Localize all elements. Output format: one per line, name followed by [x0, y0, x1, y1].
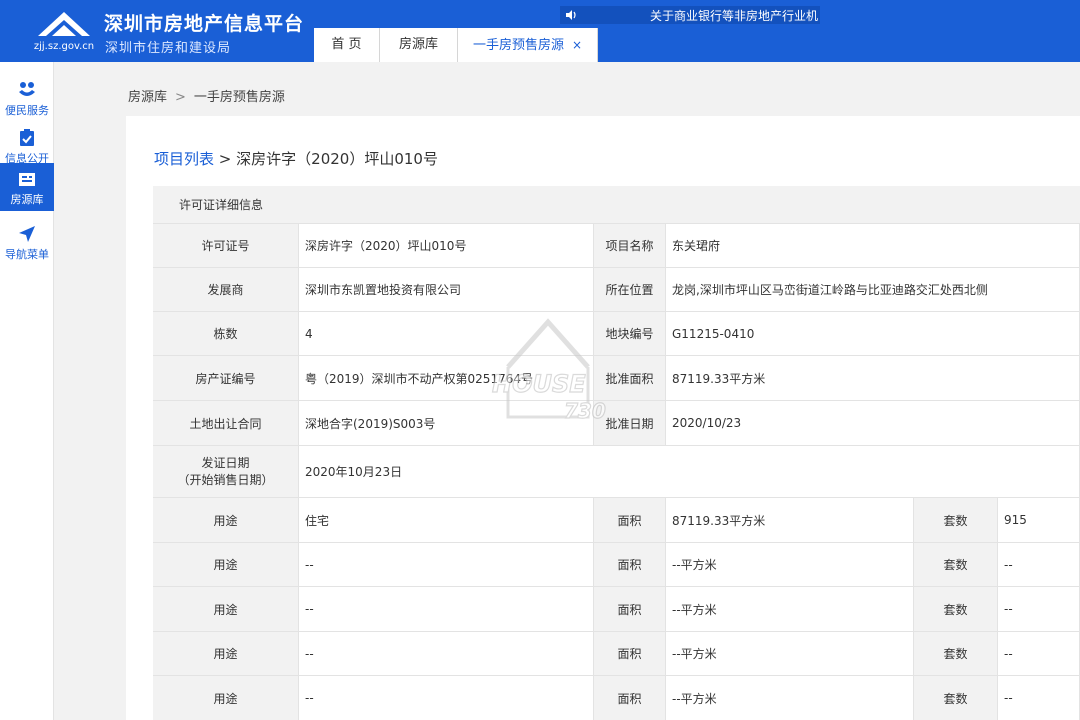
- tab-home-label: 首 页: [331, 37, 362, 52]
- title-separator: >: [218, 150, 232, 168]
- area-value: 87119.33平方米: [666, 498, 914, 543]
- land-contract-label: 土地出让合同: [153, 401, 299, 446]
- tab-house-library-label: 房源库: [398, 37, 438, 52]
- breadcrumb: 房源库 > 一手房预售房源: [128, 86, 285, 105]
- property-cert-label: 房产证编号: [153, 356, 299, 401]
- sidebar-item-convenience[interactable]: 便民服务: [0, 74, 54, 122]
- sidebar-item-label: 便民服务: [5, 104, 49, 117]
- sidebar-item-label: 房源库: [10, 193, 44, 206]
- sidebar-item-label: 导航菜单: [5, 248, 49, 261]
- area-value: --平方米: [666, 543, 914, 587]
- people-icon: [19, 82, 35, 96]
- breadcrumb-root[interactable]: 房源库: [128, 90, 167, 105]
- site-logo[interactable]: zjj.sz.gov.cn: [28, 8, 98, 56]
- units-value: 915: [998, 498, 1080, 543]
- issue-date-label-line2: （开始销售日期）: [177, 472, 274, 487]
- sidebar-item-navigation[interactable]: 导航菜单: [0, 218, 54, 266]
- usage-label: 用途: [153, 632, 299, 676]
- area-label: 面积: [594, 676, 666, 720]
- tab-presale-houses-label: 一手房预售房源: [472, 38, 564, 53]
- usage-value: --: [299, 543, 594, 587]
- tab-presale-houses[interactable]: 一手房预售房源 ×: [458, 28, 598, 62]
- area-value: --平方米: [666, 632, 914, 676]
- app-root: zjj.sz.gov.cn 深圳市房地产信息平台 深圳市住房和建设局 关于商业银…: [0, 0, 1080, 720]
- area-label: 面积: [594, 632, 666, 676]
- location-value: 龙岗,深圳市坪山区马峦街道江岭路与比亚迪路交汇处西北侧: [666, 268, 1080, 312]
- property-cert-value: 粤（2019）深圳市不动产权第0251764号: [299, 356, 594, 401]
- units-label: 套数: [914, 632, 998, 676]
- close-icon[interactable]: ×: [572, 28, 582, 62]
- units-label: 套数: [914, 587, 998, 632]
- units-value: --: [998, 543, 1080, 587]
- announcement-text: 关于商业银行等非房地产行业机: [650, 9, 819, 23]
- developer-label: 发展商: [153, 268, 299, 312]
- tab-home[interactable]: 首 页: [314, 28, 380, 62]
- breadcrumb-separator: >: [175, 90, 186, 105]
- usage-label: 用途: [153, 543, 299, 587]
- units-value: --: [998, 632, 1080, 676]
- units-label: 套数: [914, 498, 998, 543]
- project-name-label: 项目名称: [594, 224, 666, 268]
- usage-value: --: [299, 676, 594, 720]
- permit-no-value: 深房许字（2020）坪山010号: [299, 224, 594, 268]
- usage-value: 住宅: [299, 498, 594, 543]
- land-contract-value: 深地合字(2019)S003号: [299, 401, 594, 446]
- speaker-icon: [566, 10, 576, 20]
- plot-no-label: 地块编号: [594, 312, 666, 356]
- approved-area-label: 批准面积: [594, 356, 666, 401]
- sidebar-item-house-library[interactable]: 房源库: [0, 163, 54, 211]
- approval-date-value: 2020/10/23: [666, 401, 1080, 446]
- units-label: 套数: [914, 543, 998, 587]
- sidebar: 便民服务 信息公开 房源库 导航菜单: [0, 62, 54, 720]
- breadcrumb-current: 一手房预售房源: [193, 90, 285, 105]
- approval-date-label: 批准日期: [594, 401, 666, 446]
- area-label: 面积: [594, 587, 666, 632]
- top-header: zjj.sz.gov.cn 深圳市房地产信息平台 深圳市住房和建设局 关于商业银…: [0, 0, 1080, 62]
- project-name-value: 东关珺府: [666, 224, 1080, 268]
- usage-label: 用途: [153, 587, 299, 632]
- area-value: --平方米: [666, 676, 914, 720]
- site-subtitle: 深圳市住房和建设局: [105, 41, 232, 56]
- location-label: 所在位置: [594, 268, 666, 312]
- site-domain: zjj.sz.gov.cn: [33, 41, 95, 52]
- navigation-arrow-icon: [19, 226, 35, 242]
- approved-area-value: 87119.33平方米: [666, 356, 1080, 401]
- developer-value: 深圳市东凯置地投资有限公司: [299, 268, 594, 312]
- tab-house-library[interactable]: 房源库: [380, 28, 458, 62]
- plot-no-value: G11215-0410: [666, 312, 1080, 356]
- units-value: --: [998, 676, 1080, 720]
- permit-no-label: 许可证号: [153, 224, 299, 268]
- buildings-label: 栋数: [153, 312, 299, 356]
- logo-roof-icon: [38, 12, 90, 36]
- project-list-link[interactable]: 项目列表: [154, 150, 214, 168]
- issue-date-label-line1: 发证日期: [201, 455, 250, 470]
- area-label: 面积: [594, 543, 666, 587]
- buildings-value: 4: [299, 312, 594, 356]
- permit-title: 深房许字（2020）坪山010号: [236, 150, 438, 168]
- units-label: 套数: [914, 676, 998, 720]
- usage-label: 用途: [153, 498, 299, 543]
- house-list-icon: [19, 173, 35, 186]
- usage-label: 用途: [153, 676, 299, 720]
- units-value: --: [998, 587, 1080, 632]
- page-title: 项目列表 > 深房许字（2020）坪山010号: [154, 148, 438, 169]
- issue-date-label: 发证日期 （开始销售日期）: [153, 446, 299, 498]
- announcement-bar[interactable]: 关于商业银行等非房地产行业机: [560, 6, 820, 24]
- usage-value: --: [299, 587, 594, 632]
- area-label: 面积: [594, 498, 666, 543]
- section-header: 许可证详细信息: [153, 186, 1080, 224]
- clipboard-check-icon: [20, 129, 34, 146]
- issue-date-value: 2020年10月23日: [299, 446, 1080, 498]
- usage-value: --: [299, 632, 594, 676]
- site-title: 深圳市房地产信息平台: [104, 13, 305, 35]
- area-value: --平方米: [666, 587, 914, 632]
